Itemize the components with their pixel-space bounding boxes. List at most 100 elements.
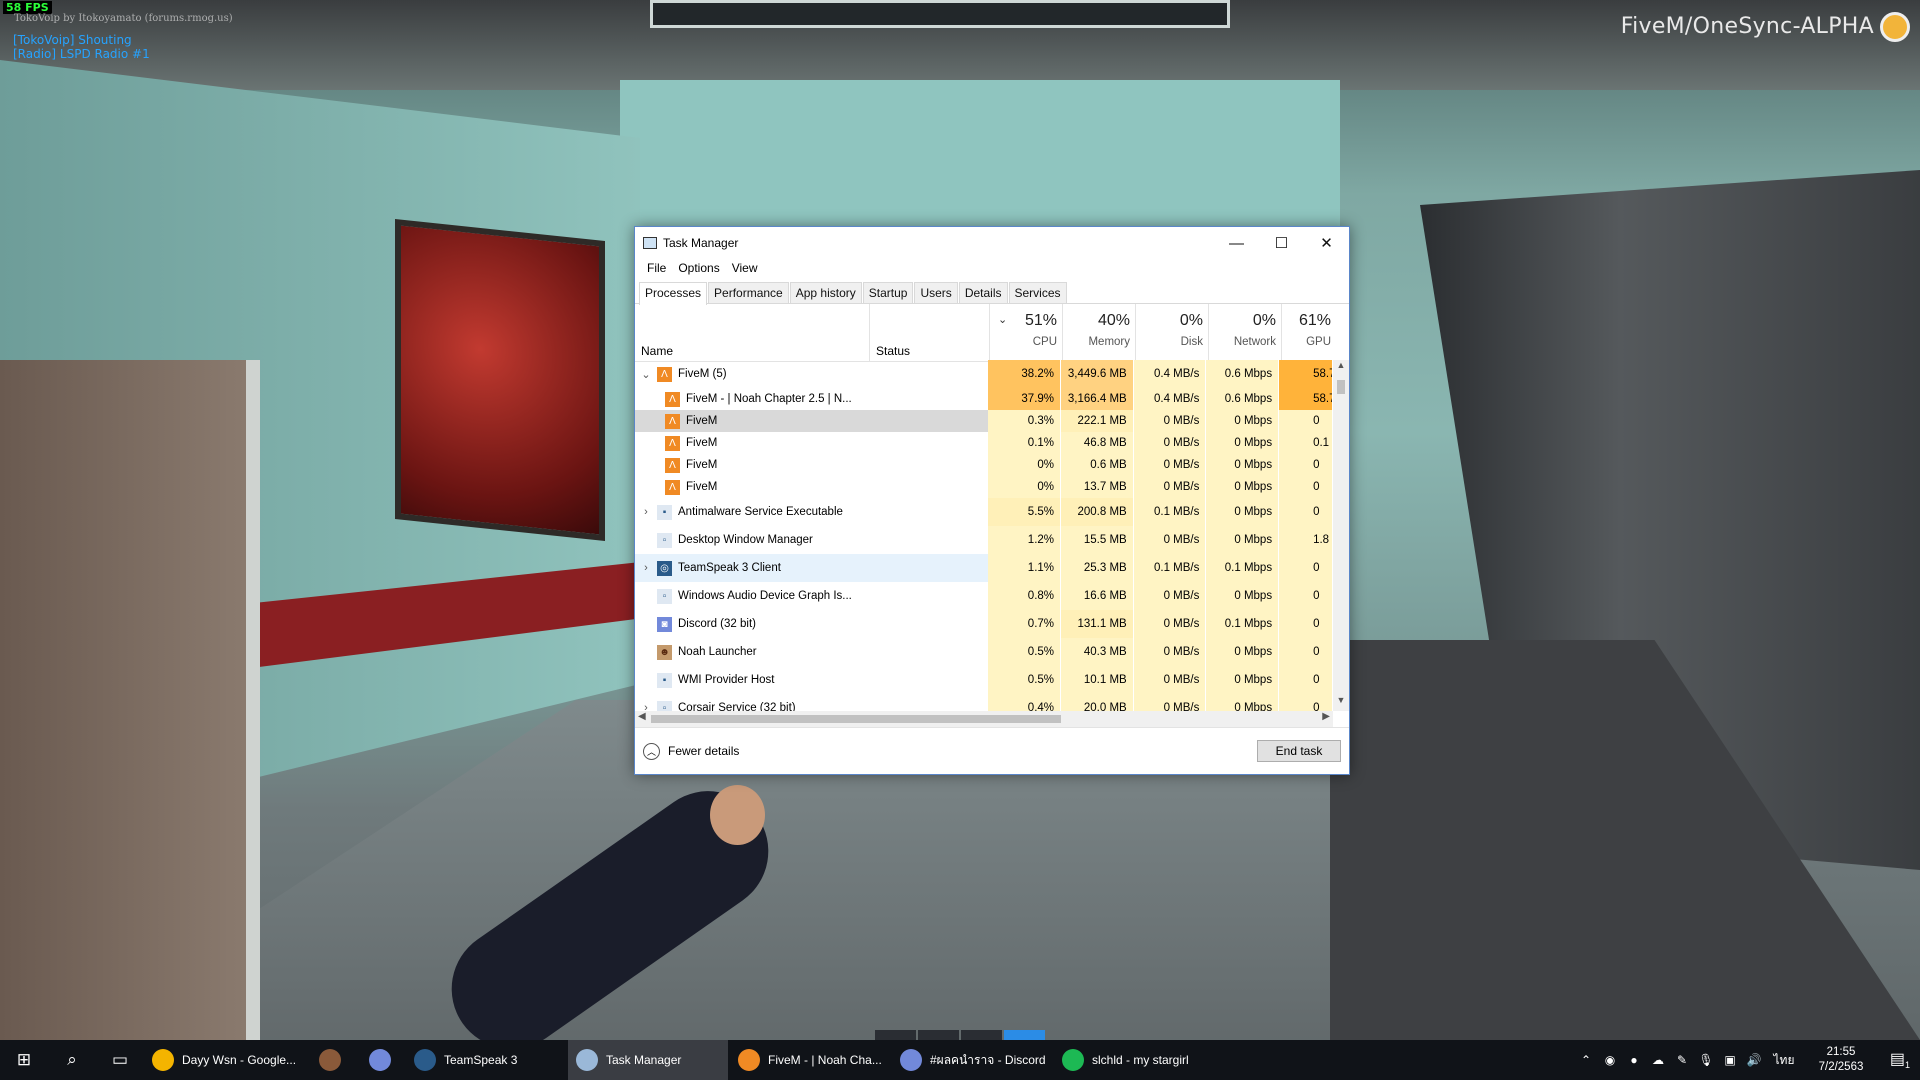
scroll-left-icon[interactable]: ◀	[638, 711, 646, 722]
taskbar-app[interactable]: Dayy Wsn - Google...	[144, 1040, 304, 1080]
tab-app-history[interactable]: App history	[789, 282, 862, 303]
tab-details[interactable]: Details	[958, 282, 1008, 303]
tab-processes[interactable]: Processes	[639, 282, 708, 305]
tray-app-icon[interactable]: ●	[1622, 1053, 1646, 1067]
end-task-button[interactable]: End task	[1257, 740, 1341, 762]
table-row[interactable]: ▫ Desktop Window Manager 1.2% 15.5 MB 0 MB/s…	[635, 526, 1333, 554]
mem-cell: 20.0 MB	[1061, 694, 1134, 711]
taskbar-app[interactable]: slchld - my stargirl	[1054, 1040, 1214, 1080]
column-gpu[interactable]: 61% GPU	[1282, 304, 1336, 361]
taskbar-app[interactable]	[356, 1040, 404, 1080]
network-icon[interactable]: ▣	[1718, 1053, 1742, 1067]
tab-users[interactable]: Users	[914, 282, 958, 303]
vertical-scroll-thumb[interactable]	[1337, 380, 1345, 394]
steam-icon[interactable]: ◉	[1598, 1053, 1622, 1067]
tab-services[interactable]: Services	[1008, 282, 1067, 303]
menu-options[interactable]: Options	[672, 259, 725, 279]
taskbar-app[interactable]: TeamSpeak 3	[406, 1040, 566, 1080]
title-bar[interactable]: Task Manager — ☐ ✕	[635, 227, 1349, 259]
table-row[interactable]: › ▫ Corsair Service (32 bit) 0.4% 20.0 MB 0 M…	[635, 694, 1333, 711]
search-icon[interactable]: ⌕	[48, 1040, 96, 1080]
table-row[interactable]: ◙ Discord (32 bit) 0.7% 131.1 MB 0 MB/s 0.1 M…	[635, 610, 1333, 638]
mem-cell: 10.1 MB	[1061, 666, 1134, 694]
cpu-cell: 0%	[988, 454, 1062, 476]
minimize-button[interactable]: —	[1214, 227, 1259, 259]
sort-caret-icon: ⌄	[998, 314, 1008, 326]
column-header: Name Status ⌄ 51% CPU 40% Memory 0% Disk…	[635, 304, 1349, 362]
tab-performance[interactable]: Performance	[708, 282, 789, 303]
table-row[interactable]: Λ FiveM 0.1% 46.8 MB 0 MB/s 0 Mbps 0.1	[635, 432, 1333, 454]
close-button[interactable]: ✕	[1304, 227, 1349, 259]
disk-cell: 0 MB/s	[1133, 610, 1207, 638]
net-cell: 0 Mbps	[1206, 454, 1280, 476]
maximize-button[interactable]: ☐	[1259, 227, 1304, 259]
column-name[interactable]: Name	[635, 304, 870, 361]
fewer-details-button[interactable]: ︿ Fewer details	[643, 742, 739, 760]
ceiling-light	[650, 0, 1230, 28]
gpu-label: GPU	[1306, 336, 1331, 348]
vertical-scrollbar[interactable]: ▲ ▼	[1333, 360, 1349, 711]
column-memory[interactable]: 40% Memory	[1063, 304, 1136, 361]
clock[interactable]: 21:55 7/2/2563	[1802, 1045, 1880, 1075]
gpu-cell: 0	[1279, 694, 1333, 711]
mic-muted-icon[interactable]: ✎	[1670, 1053, 1694, 1067]
table-row[interactable]: ▪ WMI Provider Host 0.5% 10.1 MB 0 MB/s 0 Mbp…	[635, 666, 1333, 694]
menu-view[interactable]: View	[726, 259, 764, 279]
column-network[interactable]: 0% Network	[1209, 304, 1282, 361]
show-hidden-icons-icon[interactable]: ⌃	[1574, 1053, 1598, 1067]
disk-total: 0%	[1179, 312, 1203, 329]
table-row[interactable]: ▫ Windows Audio Device Graph Is... 0.8% 16.…	[635, 582, 1333, 610]
scroll-down-icon[interactable]: ▼	[1333, 695, 1349, 711]
table-row[interactable]: Λ FiveM - | Noah Chapter 2.5 | N... 37.9% 3…	[635, 388, 1333, 410]
column-cpu[interactable]: ⌄ 51% CPU	[990, 304, 1063, 361]
input-language[interactable]: ไทย	[1766, 1051, 1802, 1070]
status-cell	[868, 554, 989, 582]
process-label: FiveM	[686, 415, 718, 427]
process-label: FiveM	[686, 481, 718, 493]
chevron-right-icon[interactable]: ›	[639, 702, 653, 711]
discord-icon	[369, 1049, 391, 1071]
tab-startup[interactable]: Startup	[862, 282, 914, 303]
mem-cell: 0.6 MB	[1061, 454, 1134, 476]
window-icon: ▫	[657, 700, 672, 711]
scroll-right-icon[interactable]: ▶	[1322, 711, 1330, 722]
table-row[interactable]: Λ FiveM 0% 0.6 MB 0 MB/s 0 Mbps 0	[635, 454, 1333, 476]
task-view-icon[interactable]: ▭	[96, 1040, 144, 1080]
column-disk[interactable]: 0% Disk	[1136, 304, 1209, 361]
taskbar-app[interactable]: #ผลคนำราจ - Discord	[892, 1040, 1052, 1080]
cpu-cell: 0.7%	[988, 610, 1062, 638]
chevron-right-icon[interactable]: ›	[639, 562, 653, 574]
process-name-cell: ▫ Desktop Window Manager	[635, 526, 869, 554]
table-row[interactable]: › ▪ Antimalware Service Executable 5.5% 200.…	[635, 498, 1333, 526]
status-cell	[869, 388, 988, 410]
horizontal-scroll-thumb[interactable]	[651, 715, 1061, 723]
taskbar-app[interactable]: FiveM - | Noah Cha...	[730, 1040, 890, 1080]
table-row[interactable]: Λ FiveM 0.3% 222.1 MB 0 MB/s 0 Mbps 0	[635, 410, 1333, 432]
scroll-up-icon[interactable]: ▲	[1333, 360, 1349, 376]
horizontal-scrollbar[interactable]: ◀ ▶	[635, 711, 1333, 727]
column-status[interactable]: Status	[870, 304, 990, 361]
table-row[interactable]: › ◎ TeamSpeak 3 Client 1.1% 25.3 MB 0.1 MB/s 0…	[635, 554, 1333, 582]
table-row[interactable]: ☻ Noah Launcher 0.5% 40.3 MB 0 MB/s 0 Mbps 0	[635, 638, 1333, 666]
volume-icon[interactable]: 🔊	[1742, 1053, 1766, 1067]
mem-cell: 200.8 MB	[1061, 498, 1134, 526]
wall-painting	[395, 218, 605, 542]
windows-start-icon[interactable]: ⊞	[0, 1040, 48, 1080]
disk-cell: 0 MB/s	[1133, 526, 1207, 554]
tab-strip: Processes Performance App history Startu…	[635, 282, 1349, 305]
menu-file[interactable]: File	[641, 259, 672, 279]
microphone-icon[interactable]: 🎙	[1694, 1053, 1718, 1067]
action-center-icon[interactable]: ▤1	[1880, 1049, 1920, 1070]
taskbar-app[interactable]: Task Manager	[568, 1040, 728, 1080]
chevron-down-icon[interactable]: ⌄	[639, 368, 653, 381]
chevron-right-icon[interactable]: ›	[639, 506, 653, 518]
process-name-cell: ☻ Noah Launcher	[635, 638, 869, 666]
table-row[interactable]: Λ FiveM 0% 13.7 MB 0 MB/s 0 Mbps 0	[635, 476, 1333, 498]
cloud-icon[interactable]: ☁	[1646, 1053, 1670, 1067]
gpu-cell: 58.7	[1279, 388, 1333, 410]
taskbar-app[interactable]	[306, 1040, 354, 1080]
table-row[interactable]: ⌄ Λ FiveM (5) 38.2% 3,449.6 MB 0.4 MB/s 0.6 Mb…	[635, 360, 1333, 388]
taskmanager-icon	[576, 1049, 598, 1071]
process-label: WMI Provider Host	[678, 674, 775, 686]
process-list: ⌄ Λ FiveM (5) 38.2% 3,449.6 MB 0.4 MB/s 0.6 Mb…	[635, 360, 1333, 711]
